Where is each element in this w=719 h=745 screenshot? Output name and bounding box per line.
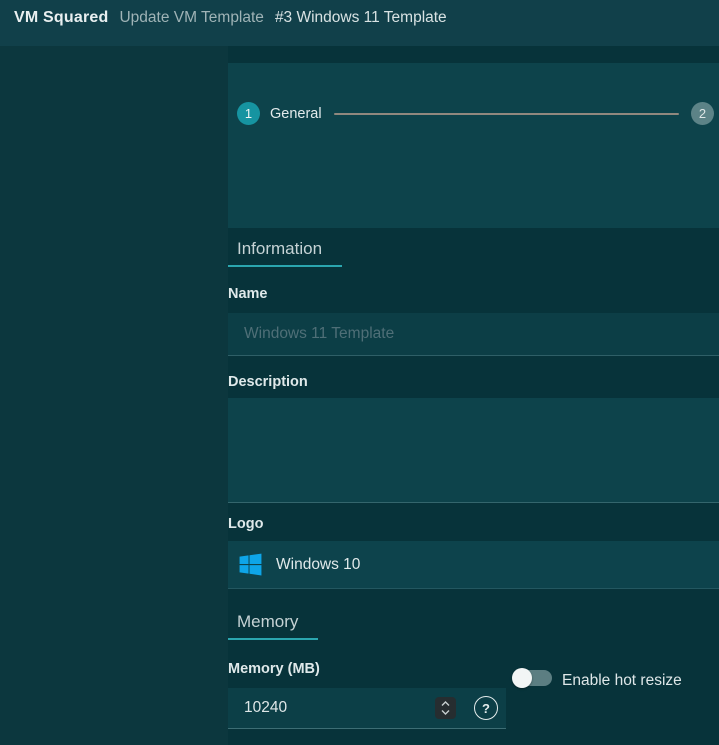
step-1-badge[interactable]: 1 bbox=[237, 102, 260, 125]
memory-section-title: Memory bbox=[228, 612, 318, 640]
memory-input-group: ? bbox=[228, 688, 506, 729]
memory-help-button[interactable]: ? bbox=[474, 696, 498, 720]
logo-select[interactable]: Windows 10 bbox=[228, 541, 719, 589]
template-description-textarea[interactable] bbox=[228, 398, 719, 503]
logo-label: Logo bbox=[228, 516, 263, 532]
windows-logo-icon bbox=[238, 552, 263, 577]
logo-selected-value: Windows 10 bbox=[276, 556, 360, 574]
template-name-input[interactable] bbox=[228, 313, 719, 356]
memory-mb-label: Memory (MB) bbox=[228, 661, 320, 677]
toggle-knob bbox=[512, 668, 532, 688]
app-header: VM Squared Update VM Template #3 Windows… bbox=[0, 0, 719, 46]
name-label: Name bbox=[228, 286, 268, 302]
step-1-label: General bbox=[270, 106, 322, 122]
update-template-panel: 1 General 2 Information Name Description… bbox=[228, 46, 719, 745]
hot-resize-toggle[interactable] bbox=[512, 668, 552, 688]
hot-resize-label: Enable hot resize bbox=[562, 672, 682, 690]
step-2-badge[interactable]: 2 bbox=[691, 102, 714, 125]
stepper-down-icon bbox=[441, 709, 450, 715]
stepper-card: 1 General 2 bbox=[228, 63, 719, 228]
question-mark-icon: ? bbox=[482, 701, 490, 716]
stepper-connector bbox=[334, 113, 679, 115]
record-title: #3 Windows 11 Template bbox=[275, 9, 447, 27]
number-stepper-control[interactable] bbox=[435, 697, 456, 719]
stepper-up-icon bbox=[441, 701, 450, 707]
information-section-title: Information bbox=[228, 239, 342, 267]
wizard-stepper: 1 General 2 bbox=[237, 102, 714, 125]
breadcrumb: VM Squared Update VM Template #3 Windows… bbox=[0, 0, 719, 27]
brand-title: VM Squared bbox=[14, 9, 108, 27]
description-label: Description bbox=[228, 374, 308, 390]
page-title: Update VM Template bbox=[119, 9, 263, 27]
memory-mb-input[interactable] bbox=[228, 688, 428, 728]
